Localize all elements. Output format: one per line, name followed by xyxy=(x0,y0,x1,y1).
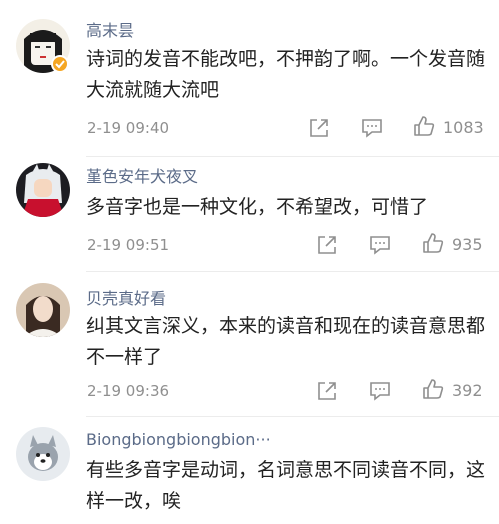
comment-icon xyxy=(370,236,390,255)
comment-text: 诗词的发音不能改吧，不押韵了啊。一个发音随大流就随大流吧 xyxy=(86,48,486,101)
comment-text: 纠其文言深义，本来的读音和现在的读音意思都不一样了 xyxy=(86,315,486,368)
share-icon xyxy=(310,119,328,137)
comment-button[interactable] xyxy=(369,234,391,256)
share-icon xyxy=(318,382,336,400)
user-avatar-icon xyxy=(16,283,70,337)
avatar[interactable] xyxy=(16,163,70,217)
thumbs-up-icon xyxy=(423,233,444,253)
comment-text: 有些多音字是动词，名词意思不同读音不同，这样一改，唉 xyxy=(86,459,486,512)
like-button[interactable] xyxy=(422,378,444,400)
comment-time: 2-19 09:40 xyxy=(87,119,170,137)
avatar[interactable] xyxy=(16,283,70,337)
comment-time: 2-19 09:36 xyxy=(87,382,170,400)
avatar[interactable] xyxy=(16,427,70,481)
comment-icon xyxy=(362,119,382,138)
share-button[interactable] xyxy=(316,380,338,402)
share-icon xyxy=(318,236,336,254)
commenter-name[interactable]: Biongbiongbiongbion··· xyxy=(86,430,271,449)
comment-text: 多音字也是一种文化，不希望改，可惜了 xyxy=(86,196,429,218)
thumbs-up-icon xyxy=(414,116,435,136)
verified-badge-icon xyxy=(51,55,69,73)
commenter-name[interactable]: 堇色安年犬夜叉 xyxy=(86,163,198,187)
like-count: 935 xyxy=(452,235,483,254)
like-count: 392 xyxy=(452,381,483,400)
divider xyxy=(86,156,499,157)
like-count: 1083 xyxy=(443,118,484,137)
comment-icon xyxy=(370,382,390,401)
like-button[interactable] xyxy=(422,232,444,254)
comment-button[interactable] xyxy=(369,380,391,402)
commenter-name[interactable]: 贝壳真好看 xyxy=(86,285,166,309)
commenter-name[interactable]: 高末昙 xyxy=(86,17,134,41)
share-button[interactable] xyxy=(308,117,330,139)
comment-button[interactable] xyxy=(361,117,383,139)
user-avatar-icon xyxy=(16,427,70,481)
share-button[interactable] xyxy=(316,234,338,256)
user-avatar-icon xyxy=(16,163,70,217)
like-button[interactable] xyxy=(413,115,435,137)
comment-time: 2-19 09:51 xyxy=(87,236,170,254)
divider xyxy=(86,416,499,417)
divider xyxy=(86,271,499,272)
thumbs-up-icon xyxy=(423,379,444,399)
